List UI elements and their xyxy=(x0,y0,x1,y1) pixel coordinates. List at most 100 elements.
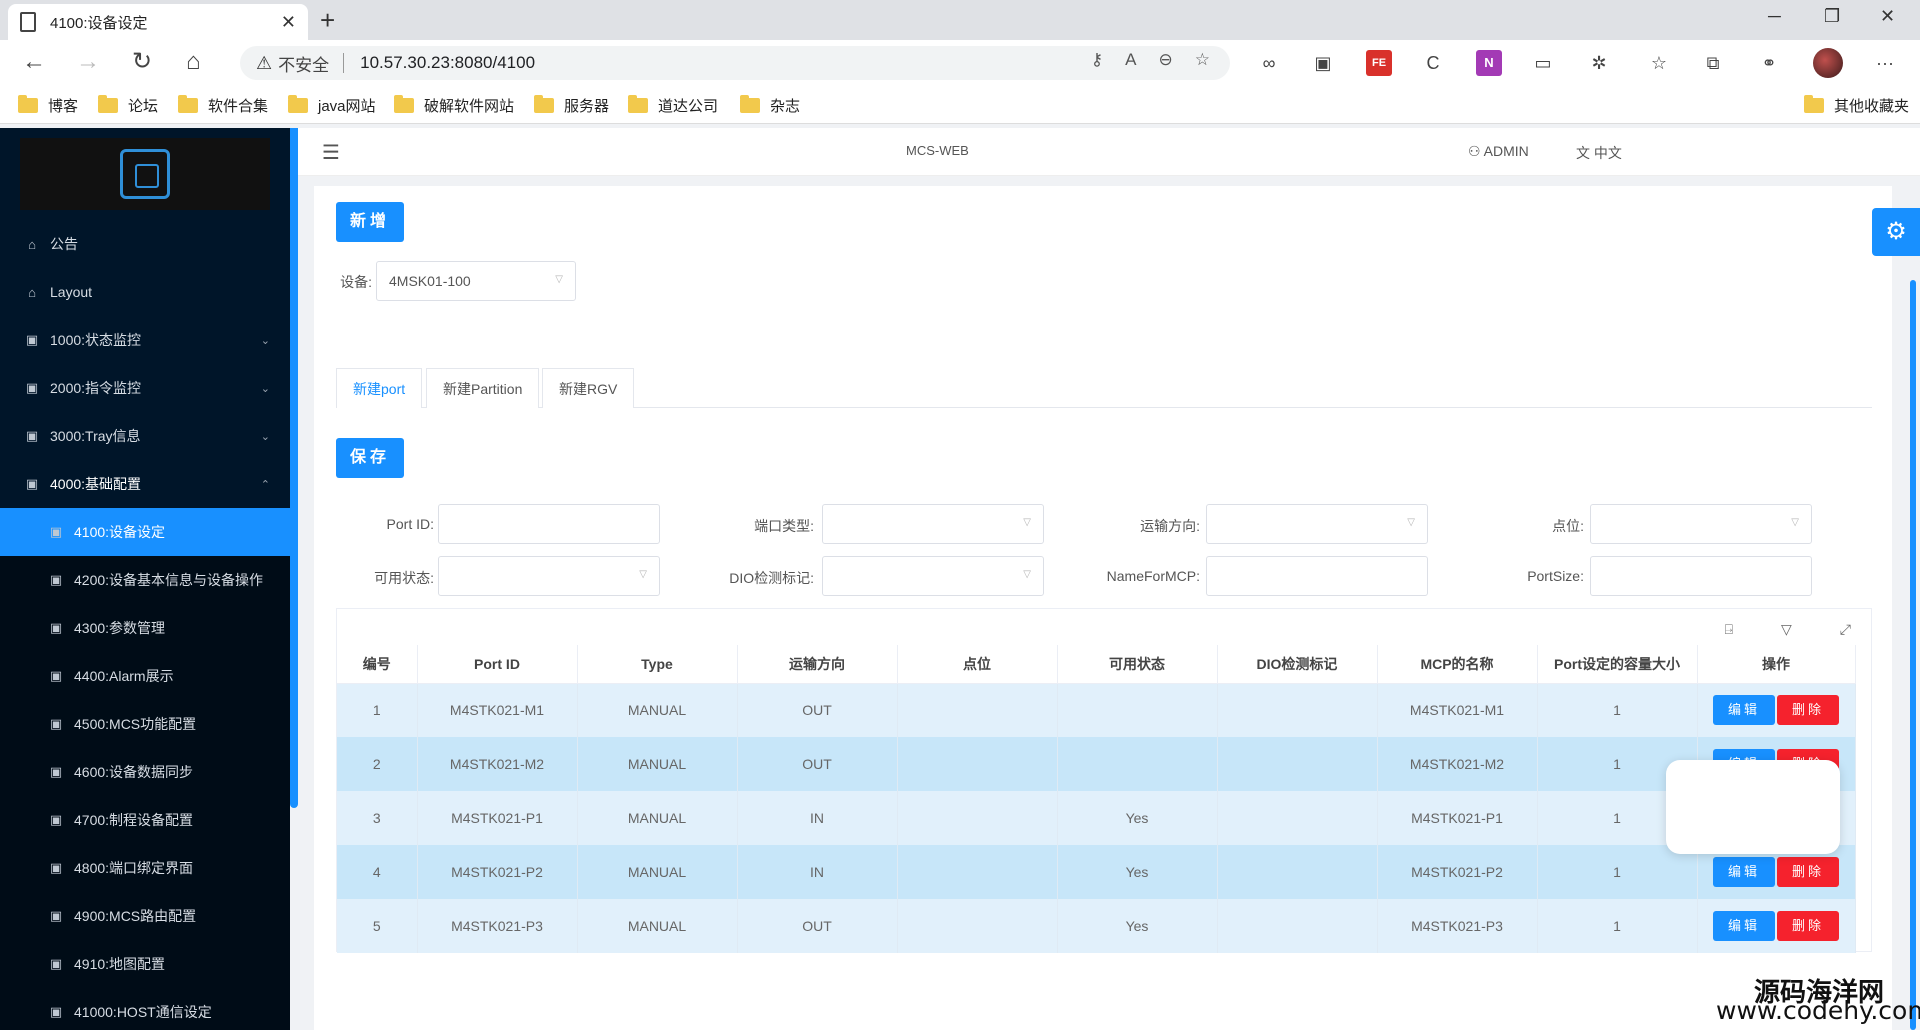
sidebar-item-tray-info[interactable]: ▣ 3000:Tray信息 ⌄ xyxy=(0,412,290,460)
add-button[interactable]: 新增 xyxy=(336,202,404,242)
bookmark-folder[interactable]: 服务器 xyxy=(534,95,609,116)
port-id-input[interactable] xyxy=(438,504,660,544)
point-select[interactable]: ▽ xyxy=(1590,504,1812,544)
sidebar-subitem-param-management[interactable]: ▣ 4300:参数管理 xyxy=(0,604,290,652)
extension-icon[interactable]: ▣ xyxy=(1310,50,1336,76)
chevron-down-icon: ▽ xyxy=(555,274,563,285)
bookmark-folder[interactable]: 博客 xyxy=(18,95,78,116)
export-icon[interactable]: ⍈ xyxy=(1725,621,1733,638)
bookmark-folder[interactable]: 软件合集 xyxy=(178,95,268,116)
restore-icon[interactable]: ❐ xyxy=(1824,6,1840,27)
bookmark-folder[interactable]: java网站 xyxy=(288,95,376,116)
edit-button[interactable]: 编辑 xyxy=(1713,857,1775,887)
c-extension-icon[interactable]: C xyxy=(1420,50,1446,76)
sidebar-subitem-device-setting[interactable]: ▣ 4100:设备设定 xyxy=(0,508,290,556)
direction-select[interactable]: ▽ xyxy=(1206,504,1428,544)
page-scrollbar[interactable] xyxy=(1910,280,1916,1030)
sidebar-subitem-device-info[interactable]: ▣ 4200:设备基本信息与设备操作 xyxy=(0,556,290,604)
settings-gear-icon[interactable]: ⚙ xyxy=(1872,208,1920,256)
insecure-label[interactable]: 不安全 xyxy=(278,51,329,76)
dio-flag-select[interactable]: ▽ xyxy=(822,556,1044,596)
create-tabs: 新建port 新建Partition 新建RGV xyxy=(336,368,1872,408)
delete-button[interactable]: 删除 xyxy=(1777,857,1839,887)
fullscreen-icon[interactable]: ⤢ xyxy=(1840,621,1851,638)
language-switch[interactable]: 文 中文 xyxy=(1576,143,1622,163)
filter-icon[interactable]: ▽ xyxy=(1781,621,1792,638)
sidebar-item-basic-config[interactable]: ▣ 4000:基础配置 ⌃ xyxy=(0,460,290,508)
sidebar-item-layout[interactable]: ⌂ Layout xyxy=(0,268,290,316)
menu-toggle-icon[interactable]: ☰ xyxy=(322,140,340,165)
delete-button[interactable]: 删除 xyxy=(1777,695,1839,726)
key-icon[interactable]: ⚷ xyxy=(1091,50,1103,70)
forward-icon[interactable]: → xyxy=(76,48,100,76)
sidebar-subitem-process-device[interactable]: ▣ 4700:制程设备配置 xyxy=(0,796,290,844)
window-close-icon[interactable]: ✕ xyxy=(1880,6,1895,27)
bookmark-folder[interactable]: 论坛 xyxy=(98,95,158,116)
sidebar-item-notice[interactable]: ⌂ 公告 xyxy=(0,220,290,268)
share-icon[interactable]: ⚭ xyxy=(1756,50,1782,76)
new-tab-icon[interactable]: + xyxy=(320,6,335,34)
port-type-label: 端口类型: xyxy=(754,518,814,534)
available-select[interactable]: ▽ xyxy=(438,556,660,596)
bookmark-other-folder[interactable]: 其他收藏夹 xyxy=(1804,95,1909,116)
close-tab-icon[interactable]: ✕ xyxy=(281,12,296,33)
user-menu[interactable]: ⚇ ADMIN xyxy=(1468,143,1529,160)
delete-button[interactable]: 删除 xyxy=(1777,911,1839,941)
add-favorite-icon[interactable]: ☆ xyxy=(1195,50,1210,70)
cell: 1 xyxy=(1537,899,1698,953)
edit-button[interactable]: 编辑 xyxy=(1713,911,1775,941)
collections-icon[interactable]: ⧉ xyxy=(1700,50,1726,76)
tab-new-partition[interactable]: 新建Partition xyxy=(426,368,540,408)
fe-extension-icon[interactable]: FE xyxy=(1366,50,1392,76)
port-size-input[interactable] xyxy=(1590,556,1812,596)
edit-button[interactable]: 编辑 xyxy=(1713,695,1775,726)
extensions-puzzle-icon[interactable]: ✲ xyxy=(1586,50,1612,76)
profile-avatar[interactable] xyxy=(1813,48,1843,78)
bookmark-folder[interactable]: 破解软件网站 xyxy=(394,95,514,116)
table-row: 1 M4STK021-M1 MANUAL OUT M4STK021-M1 1 编… xyxy=(337,683,1856,737)
bookmark-folder[interactable]: 杂志 xyxy=(740,95,800,116)
watermark-url: www.codehy.com xyxy=(1716,996,1920,1025)
address-bar[interactable]: ⚠ 不安全 10.57.30.23:8080/4100 ⚷ A ⊖ ☆ xyxy=(240,46,1230,80)
sidebar-subitem-data-sync[interactable]: ▣ 4600:设备数据同步 xyxy=(0,748,290,796)
browser-tab-bar: 4100:设备设定 ✕ + ─ ❐ ✕ xyxy=(0,0,1920,40)
floating-popup[interactable] xyxy=(1666,760,1840,854)
screen-extension-icon[interactable]: ▭ xyxy=(1530,50,1556,76)
back-icon[interactable]: ← xyxy=(22,48,46,76)
chevron-down-icon: ⌄ xyxy=(260,334,270,347)
sidebar-subitem-port-binding[interactable]: ▣ 4800:端口绑定界面 xyxy=(0,844,290,892)
save-button[interactable]: 保存 xyxy=(336,438,404,478)
sidebar-subitem-alarm[interactable]: ▣ 4400:Alarm展示 xyxy=(0,652,290,700)
url-text[interactable]: 10.57.30.23:8080/4100 xyxy=(360,53,535,73)
main-area: ☰ MCS-WEB ⚇ ADMIN 文 中文 新增 设备: 4MSK01-100… xyxy=(298,128,1920,1030)
grid-icon: ▣ xyxy=(25,332,39,347)
home-icon[interactable]: ⌂ xyxy=(186,48,201,76)
sidebar-scrollbar[interactable] xyxy=(290,128,298,808)
cell: IN xyxy=(737,791,898,845)
bookmark-folder[interactable]: 道达公司 xyxy=(628,95,718,116)
tab-new-port[interactable]: 新建port xyxy=(336,368,423,408)
zoom-icon[interactable]: ⊖ xyxy=(1159,50,1173,70)
name-for-mcp-input[interactable] xyxy=(1206,556,1428,596)
folder-icon xyxy=(394,95,414,113)
favorites-icon[interactable]: ☆ xyxy=(1646,50,1672,76)
tab-new-rgv[interactable]: 新建RGV xyxy=(542,368,635,408)
minimize-icon[interactable]: ─ xyxy=(1768,6,1781,27)
infinity-icon[interactable]: ∞ xyxy=(1256,50,1282,76)
device-select[interactable]: 4MSK01-100 ▽ xyxy=(376,261,576,301)
port-type-select[interactable]: ▽ xyxy=(822,504,1044,544)
sidebar-item-status-monitor[interactable]: ▣ 1000:状态监控 ⌄ xyxy=(0,316,290,364)
reload-icon[interactable]: ↻ xyxy=(132,48,152,76)
sidebar-subitem-host-comm[interactable]: ▣ 41000:HOST通信设定 xyxy=(0,988,290,1030)
browser-tab[interactable]: 4100:设备设定 ✕ xyxy=(8,4,308,40)
read-aloud-icon[interactable]: A xyxy=(1125,50,1136,70)
dio-flag-label: DIO检测标记: xyxy=(729,570,814,586)
grid-icon: ▣ xyxy=(49,668,63,683)
sidebar-subitem-mcs-route[interactable]: ▣ 4900:MCS路由配置 xyxy=(0,892,290,940)
more-menu-icon[interactable]: ··· xyxy=(1872,50,1898,76)
sidebar-subitem-mcs-function[interactable]: ▣ 4500:MCS功能配置 xyxy=(0,700,290,748)
onenote-icon[interactable]: N xyxy=(1476,50,1502,76)
sidebar-item-command-monitor[interactable]: ▣ 2000:指令监控 ⌄ xyxy=(0,364,290,412)
sidebar-subitem-map-config[interactable]: ▣ 4910:地图配置 xyxy=(0,940,290,988)
grid-icon: ▣ xyxy=(25,476,39,491)
